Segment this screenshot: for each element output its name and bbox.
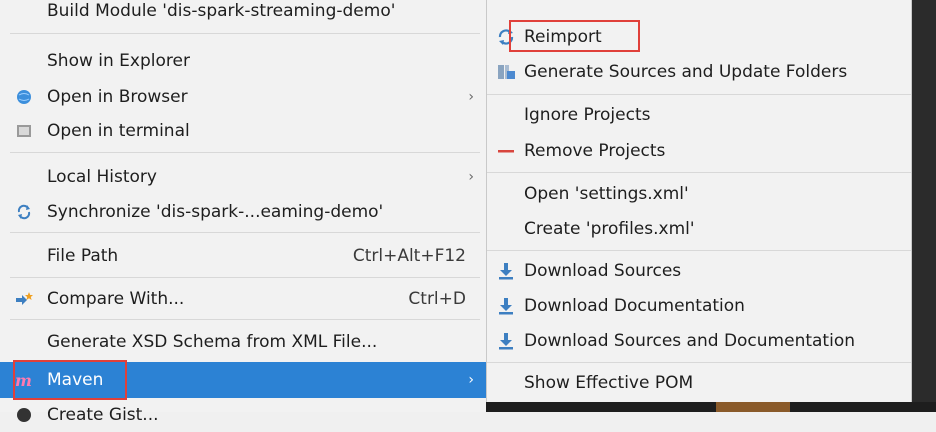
menu-item-label: Download Documentation [524,296,745,316]
project-context-menu: Build Module 'dis-spark-streaming-demo' … [0,0,486,425]
menu-item-ignore-projects[interactable]: Ignore Projects [487,98,911,132]
menu-item-build-module[interactable]: Build Module 'dis-spark-streaming-demo' [0,0,486,28]
compare-icon [14,289,34,309]
menu-separator [10,33,480,34]
menu-item-download-sources[interactable]: Download Sources [487,254,911,288]
remove-icon [495,140,517,162]
menu-item-label: Download Sources and Documentation [524,331,855,351]
menu-separator [10,232,480,233]
menu-item-synchronize[interactable]: Synchronize 'dis-spark-...eaming-demo' [0,195,486,229]
editor-accent [716,402,790,412]
menu-item-label: Open in Browser [47,87,188,107]
menu-item-label: Local History [47,167,157,187]
menu-item-remove-projects[interactable]: Remove Projects [487,134,911,168]
menu-item-show-in-explorer[interactable]: Show in Explorer [0,44,486,78]
menu-item-show-effective-pom[interactable]: Show Effective POM [487,366,911,400]
menu-separator [487,94,911,95]
menu-separator [487,250,911,251]
menu-item-label: Open 'settings.xml' [524,184,689,204]
menu-item-shortcut: Ctrl+D [408,289,466,309]
menu-item-label: Build Module 'dis-spark-streaming-demo' [47,1,396,21]
submenu-arrow-icon: › [468,372,474,388]
menu-item-download-sources-and-docs[interactable]: Download Sources and Documentation [487,324,911,358]
maven-submenu: Reimport Generate Sources and Update Fol… [486,0,912,402]
github-icon [14,405,34,425]
menu-item-generate-xsd[interactable]: Generate XSD Schema from XML File... [0,325,486,359]
terminal-icon [14,121,34,141]
menu-separator [10,319,480,320]
menu-item-label: Create Gist... [47,405,159,425]
menu-item-label: File Path [47,246,119,266]
menu-item-create-profiles-xml[interactable]: Create 'profiles.xml' [487,212,911,246]
menu-item-label: Download Sources [524,261,682,281]
menu-separator [10,152,480,153]
menu-item-create-gist[interactable]: Create Gist... [0,398,486,432]
menu-item-label: Ignore Projects [524,105,651,125]
submenu-arrow-icon: › [468,169,474,185]
menu-item-file-path[interactable]: File Path Ctrl+Alt+F12 [0,239,486,273]
generate-sources-icon [495,61,517,83]
menu-item-label: Show in Explorer [47,51,190,71]
download-icon [495,330,517,352]
menu-item-generate-sources[interactable]: Generate Sources and Update Folders [487,55,911,89]
menu-item-local-history[interactable]: Local History › [0,160,486,194]
menu-separator [487,172,911,173]
download-icon [495,260,517,282]
menu-item-open-settings-xml[interactable]: Open 'settings.xml' [487,177,911,211]
menu-item-open-in-terminal[interactable]: Open in terminal [0,114,486,148]
menu-item-label: Synchronize 'dis-spark-...eaming-demo' [47,202,384,222]
editor-background [912,0,936,412]
menu-separator [487,362,911,363]
menu-item-label: Remove Projects [524,141,666,161]
menu-item-label: Open in terminal [47,121,190,141]
globe-icon [14,87,34,107]
menu-item-label: Compare With... [47,289,185,309]
sync-icon [14,202,34,222]
menu-item-shortcut: Ctrl+Alt+F12 [352,246,466,266]
menu-item-download-documentation[interactable]: Download Documentation [487,289,911,323]
download-icon [495,295,517,317]
menu-item-label: Generate Sources and Update Folders [524,62,848,82]
maven-highlight-box [13,360,127,400]
reimport-highlight-box [509,20,640,52]
menu-item-label: Create 'profiles.xml' [524,219,695,239]
menu-separator [10,277,480,278]
menu-item-compare-with[interactable]: Compare With... Ctrl+D [0,282,486,316]
menu-item-label: Generate XSD Schema from XML File... [47,332,378,352]
submenu-arrow-icon: › [468,89,474,105]
editor-bottom-strip [486,402,936,412]
menu-item-open-in-browser[interactable]: Open in Browser › [0,80,486,114]
menu-item-label: Show Effective POM [524,373,694,393]
